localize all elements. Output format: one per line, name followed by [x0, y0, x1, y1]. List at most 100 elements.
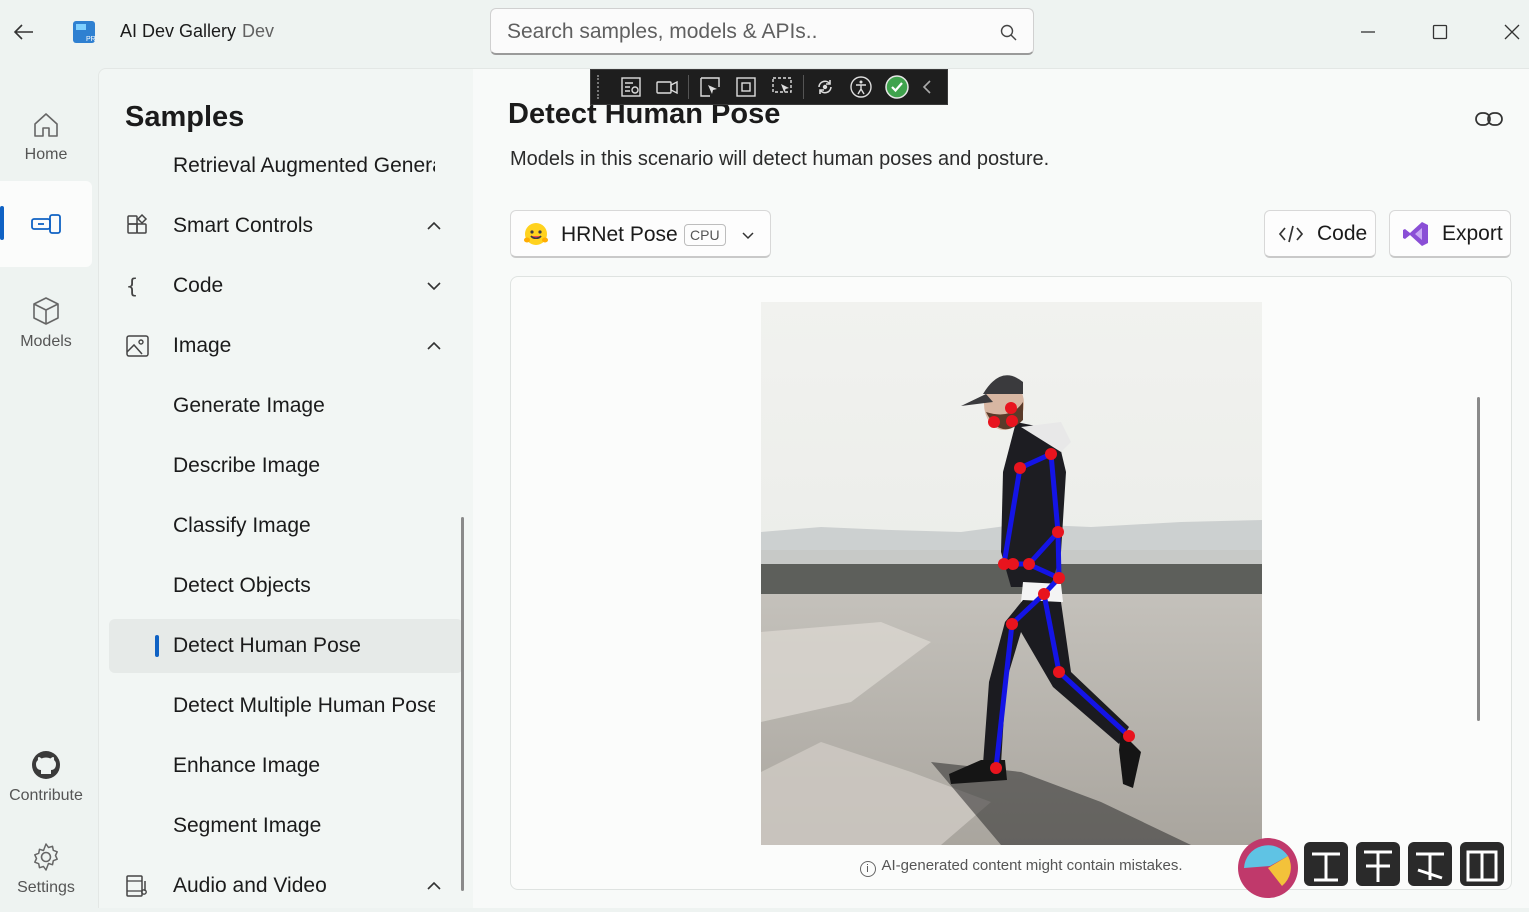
selection-indicator: [155, 635, 159, 657]
model-dropdown[interactable]: HRNet Pose CPU: [510, 210, 771, 258]
track-focused-element-button[interactable]: [764, 72, 800, 102]
sample-label: Segment Image: [173, 814, 322, 837]
live-visual-tree-button[interactable]: [613, 72, 649, 102]
rail-home[interactable]: Home: [0, 94, 92, 180]
sample-label: Describe Image: [173, 454, 321, 477]
svg-text:PRE: PRE: [86, 36, 96, 43]
sample-classify-image[interactable]: Classify Image: [109, 499, 463, 553]
sample-label: Retrieval Augmented Generation: [173, 154, 435, 177]
category-code[interactable]: { } Code: [109, 259, 463, 313]
link-icon[interactable]: [1474, 106, 1504, 132]
category-label: Audio and Video: [173, 874, 327, 897]
sample-label: Generate Image: [173, 394, 325, 417]
rail-contribute-label: Contribute: [9, 787, 83, 804]
code-button-label: Code: [1317, 221, 1368, 245]
github-icon: [32, 751, 60, 779]
hot-reload-icon: [818, 80, 832, 94]
sample-retrieval-augmented-generation[interactable]: Retrieval Augmented Generation: [109, 139, 463, 193]
sample-detect-human-pose[interactable]: Detect Human Pose: [109, 619, 463, 673]
category-image[interactable]: Image: [109, 319, 463, 373]
video-camera-icon: [656, 80, 678, 95]
rail-samples[interactable]: [0, 181, 92, 267]
category-audio-and-video[interactable]: Audio and Video: [109, 859, 463, 908]
braces-icon: { }: [126, 274, 151, 298]
code-icon: [1278, 225, 1304, 242]
chevron-up-icon[interactable]: [425, 337, 443, 355]
disclaimer-text: AI-generated content might contain mista…: [881, 857, 1183, 874]
sample-label: Classify Image: [173, 514, 311, 537]
chevron-down-icon[interactable]: [425, 277, 443, 295]
close-button[interactable]: [1490, 12, 1529, 52]
pose-result-image: [761, 302, 1262, 845]
model-name: HRNet Pose: [561, 223, 678, 246]
display-layout-adorners-button[interactable]: [728, 72, 764, 102]
adorner-icon: [736, 77, 756, 97]
sample-describe-image[interactable]: Describe Image: [109, 439, 463, 493]
hot-reload-button[interactable]: [807, 72, 843, 102]
page-description: Models in this scenario will detect huma…: [510, 148, 1050, 170]
export-button[interactable]: Export: [1389, 210, 1511, 258]
category-label: Image: [173, 334, 232, 357]
search-box[interactable]: [490, 8, 1034, 55]
sample-label: Detect Multiple Human Poses: [173, 694, 435, 717]
app-logo-icon: PRE: [73, 21, 96, 43]
back-arrow-icon: [13, 24, 33, 40]
chevron-down-icon: [742, 232, 754, 240]
code-button[interactable]: Code: [1264, 210, 1376, 258]
toolbar-grip[interactable]: [597, 75, 603, 99]
title-bar: PRE AI Dev GalleryDev: [0, 0, 1529, 64]
accessibility-icon: [850, 76, 872, 98]
hugging-face-icon: [524, 223, 548, 245]
home-icon: [34, 113, 58, 137]
output-scrollbar[interactable]: [1477, 397, 1480, 721]
info-icon: i: [859, 861, 876, 877]
minimize-icon: [1361, 31, 1375, 33]
app-title-badge: Dev: [242, 21, 275, 41]
rail-settings[interactable]: Settings: [0, 826, 92, 912]
app-title: AI Dev Gallery Dev: [120, 21, 274, 42]
sample-generate-image[interactable]: Generate Image: [109, 379, 463, 433]
audio-video-icon: [126, 875, 147, 897]
visual-tree-icon: [621, 77, 641, 97]
sample-enhance-image[interactable]: Enhance Image: [109, 739, 463, 793]
back-button[interactable]: [4, 12, 44, 52]
sample-detect-multiple-human-poses[interactable]: Detect Multiple Human Poses: [109, 679, 463, 733]
samples-icon: [31, 214, 61, 234]
chevron-left-icon: [922, 80, 931, 94]
select-cursor-icon: [700, 77, 720, 97]
app-title-text: AI Dev Gallery: [120, 21, 237, 41]
category-label: Smart Controls: [173, 214, 314, 237]
samples-title: Samples: [125, 101, 245, 133]
category-smart-controls[interactable]: Smart Controls: [109, 199, 463, 253]
sample-label: Detect Human Pose: [173, 634, 361, 657]
chevron-up-icon[interactable]: [425, 877, 443, 895]
output-card: i AI-generated content might contain mist…: [510, 276, 1512, 890]
rail-contribute[interactable]: Contribute: [0, 734, 92, 820]
select-element-button[interactable]: [692, 72, 728, 102]
rail-selection-indicator: [0, 206, 4, 240]
samples-panel: Samples Retrieval Augmented Generation S…: [98, 68, 473, 908]
collapse-toolbar-button[interactable]: [915, 72, 939, 102]
device-badge: CPU: [684, 224, 726, 246]
gear-icon: [34, 843, 58, 871]
sample-detect-objects[interactable]: Detect Objects: [109, 559, 463, 613]
binding-status-button[interactable]: [879, 72, 915, 102]
accessibility-button[interactable]: [843, 72, 879, 102]
search-input[interactable]: [505, 18, 975, 46]
svg-text:{ }: { }: [126, 274, 151, 298]
minimize-button[interactable]: [1346, 12, 1390, 52]
sample-label: Detect Objects: [173, 574, 311, 597]
checkmark-icon: [885, 75, 909, 99]
samples-scrollbar[interactable]: [461, 517, 464, 891]
image-icon: [126, 335, 149, 357]
category-label: Code: [173, 274, 224, 297]
close-icon: [1504, 24, 1520, 40]
rail-models[interactable]: Models: [0, 280, 92, 366]
search-icon[interactable]: [999, 23, 1019, 43]
debug-toolbar: [590, 69, 948, 105]
sample-segment-image[interactable]: Segment Image: [109, 799, 463, 853]
maximize-button[interactable]: [1418, 12, 1462, 52]
record-button[interactable]: [649, 72, 685, 102]
chevron-up-icon[interactable]: [425, 217, 443, 235]
cube-icon: [33, 297, 59, 325]
